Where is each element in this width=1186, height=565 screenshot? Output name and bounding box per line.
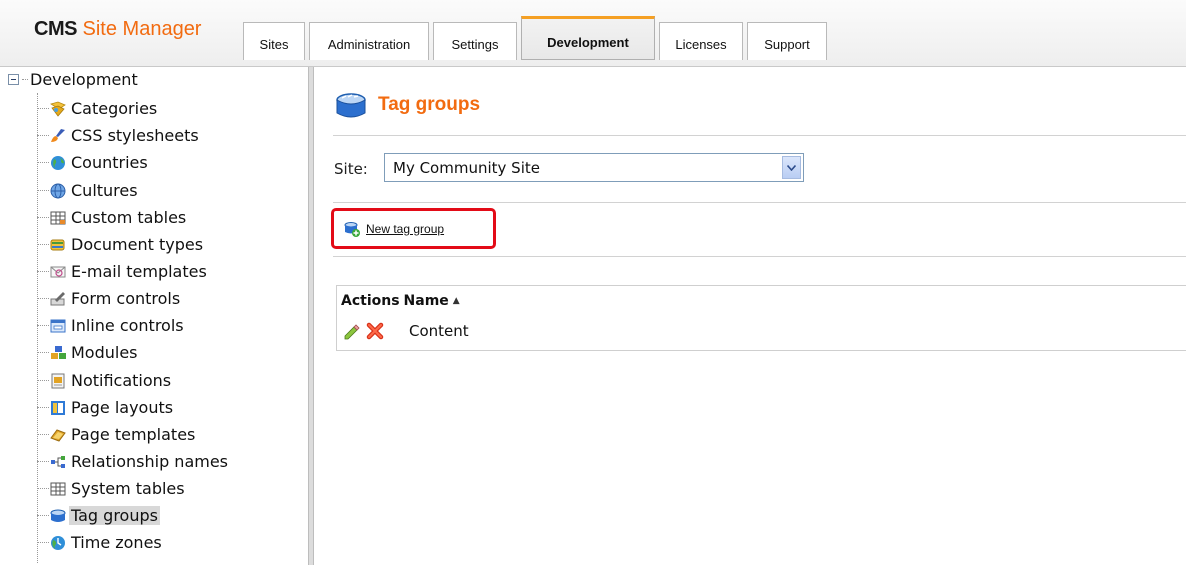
tree-item-label: Document types <box>71 235 204 254</box>
tree-item-label: Modules <box>71 343 138 362</box>
categories-icon <box>49 100 67 118</box>
envelope-icon <box>49 263 67 281</box>
logo-cms: CMS <box>34 18 77 40</box>
tree-item-custom-tables[interactable]: Custom tables <box>37 204 188 231</box>
chevron-down-icon[interactable] <box>782 156 801 179</box>
column-header-actions: Actions <box>341 292 400 309</box>
globe-icon <box>49 154 67 172</box>
tag-group-icon <box>49 507 67 525</box>
culture-globe-icon <box>49 182 67 200</box>
pane-splitter[interactable] <box>308 67 314 565</box>
divider <box>333 202 1186 203</box>
tree-item-tag-groups[interactable]: Tag groups <box>37 502 160 529</box>
tab-support[interactable]: Support <box>747 22 827 60</box>
divider <box>333 256 1186 257</box>
tree-item-countries[interactable]: Countries <box>37 149 150 176</box>
tree-item-page-layouts[interactable]: Page layouts <box>37 394 175 421</box>
site-label: Site: <box>334 160 368 178</box>
logo-site-manager: Site Manager <box>82 18 202 40</box>
modules-icon <box>49 344 67 362</box>
tree-item-label: Custom tables <box>71 208 187 227</box>
tree-item-label: Categories <box>71 99 158 118</box>
divider <box>333 135 1186 136</box>
clock-globe-icon <box>49 534 67 552</box>
tree-item-modules[interactable]: Modules <box>37 339 140 366</box>
tree-item-label: System tables <box>71 479 185 498</box>
column-header-name[interactable]: Name <box>404 293 449 309</box>
tree-root-label[interactable]: Development <box>30 70 138 89</box>
css-brush-icon <box>49 127 67 145</box>
tree-item-label: Page templates <box>71 425 196 444</box>
tree-item-label: Inline controls <box>71 316 184 335</box>
tree-root-development[interactable]: Development <box>8 70 138 89</box>
tree-item-cultures[interactable]: Cultures <box>37 177 140 204</box>
tab-sites[interactable]: Sites <box>243 22 305 60</box>
tree-item-label: E-mail templates <box>71 262 207 281</box>
relationship-icon <box>49 453 67 471</box>
tree-item-label: Relationship names <box>71 452 229 471</box>
tab-settings[interactable]: Settings <box>433 22 517 60</box>
tag-group-icon <box>334 89 368 127</box>
tab-administration[interactable]: Administration <box>309 22 429 60</box>
tree-item-system-tables[interactable]: System tables <box>37 475 187 502</box>
tab-development[interactable]: Development <box>521 16 655 60</box>
tree-item-document-types[interactable]: Document types <box>37 231 205 258</box>
app-logo: CMS Site Manager <box>34 18 201 41</box>
tab-licenses[interactable]: Licenses <box>659 22 743 60</box>
development-tree: Development Categories CSS stylesheets C… <box>0 67 308 565</box>
new-tag-group-link[interactable]: New tag group <box>366 222 444 236</box>
row-actions <box>337 322 401 340</box>
tree-item-label: Page layouts <box>71 398 174 417</box>
tree-item-label: Form controls <box>71 289 181 308</box>
main-content: Tag groups Site: My Community Site New t… <box>315 67 1186 565</box>
tree-item-time-zones[interactable]: Time zones <box>37 529 164 556</box>
site-select-value: My Community Site <box>393 158 540 177</box>
row-name-content: Content <box>409 322 469 340</box>
tree-item-page-templates[interactable]: Page templates <box>37 421 197 448</box>
site-select[interactable]: My Community Site <box>384 153 804 182</box>
tree-item-email-templates[interactable]: E-mail templates <box>37 258 209 285</box>
tree-item-label: Cultures <box>71 181 138 200</box>
tree-item-label: Notifications <box>71 371 172 390</box>
tree-item-label: CSS stylesheets <box>71 126 199 145</box>
tree-item-inline-controls[interactable]: Inline controls <box>37 312 186 339</box>
tree-item-categories[interactable]: Categories <box>37 95 159 122</box>
add-tag-group-icon <box>343 220 361 238</box>
form-pencil-icon <box>49 290 67 308</box>
tree-item-css-stylesheets[interactable]: CSS stylesheets <box>37 122 201 149</box>
app-header: CMS Site Manager Sites Administration Se… <box>0 0 1186 67</box>
document-stack-icon <box>49 236 67 254</box>
edit-pencil-icon[interactable] <box>343 323 360 340</box>
page-layout-icon <box>49 399 67 417</box>
tag-groups-grid: Actions Name ▲ Content <box>336 285 1186 351</box>
system-table-icon <box>49 480 67 498</box>
collapse-icon[interactable] <box>8 74 19 85</box>
tree-item-label: Countries <box>71 153 148 172</box>
tree-item-label: Tag groups <box>69 506 160 525</box>
page-title: Tag groups <box>378 94 481 115</box>
tree-item-relationship-names[interactable]: Relationship names <box>37 448 230 475</box>
sort-ascending-icon[interactable]: ▲ <box>453 296 460 306</box>
delete-icon[interactable] <box>366 322 384 340</box>
new-tag-group-button[interactable]: New tag group <box>331 208 496 249</box>
tree-item-form-controls[interactable]: Form controls <box>37 285 182 312</box>
page-template-icon <box>49 426 67 444</box>
inline-window-icon <box>49 317 67 335</box>
tree-item-label: Time zones <box>71 533 162 552</box>
table-row: Content <box>337 316 1186 346</box>
tree-item-notifications[interactable]: Notifications <box>37 367 173 394</box>
table-icon <box>49 209 67 227</box>
grid-header: Actions Name ▲ <box>337 286 1186 315</box>
main-tabs: Sites Administration Settings Developmen… <box>243 16 831 60</box>
notification-icon <box>49 372 67 390</box>
